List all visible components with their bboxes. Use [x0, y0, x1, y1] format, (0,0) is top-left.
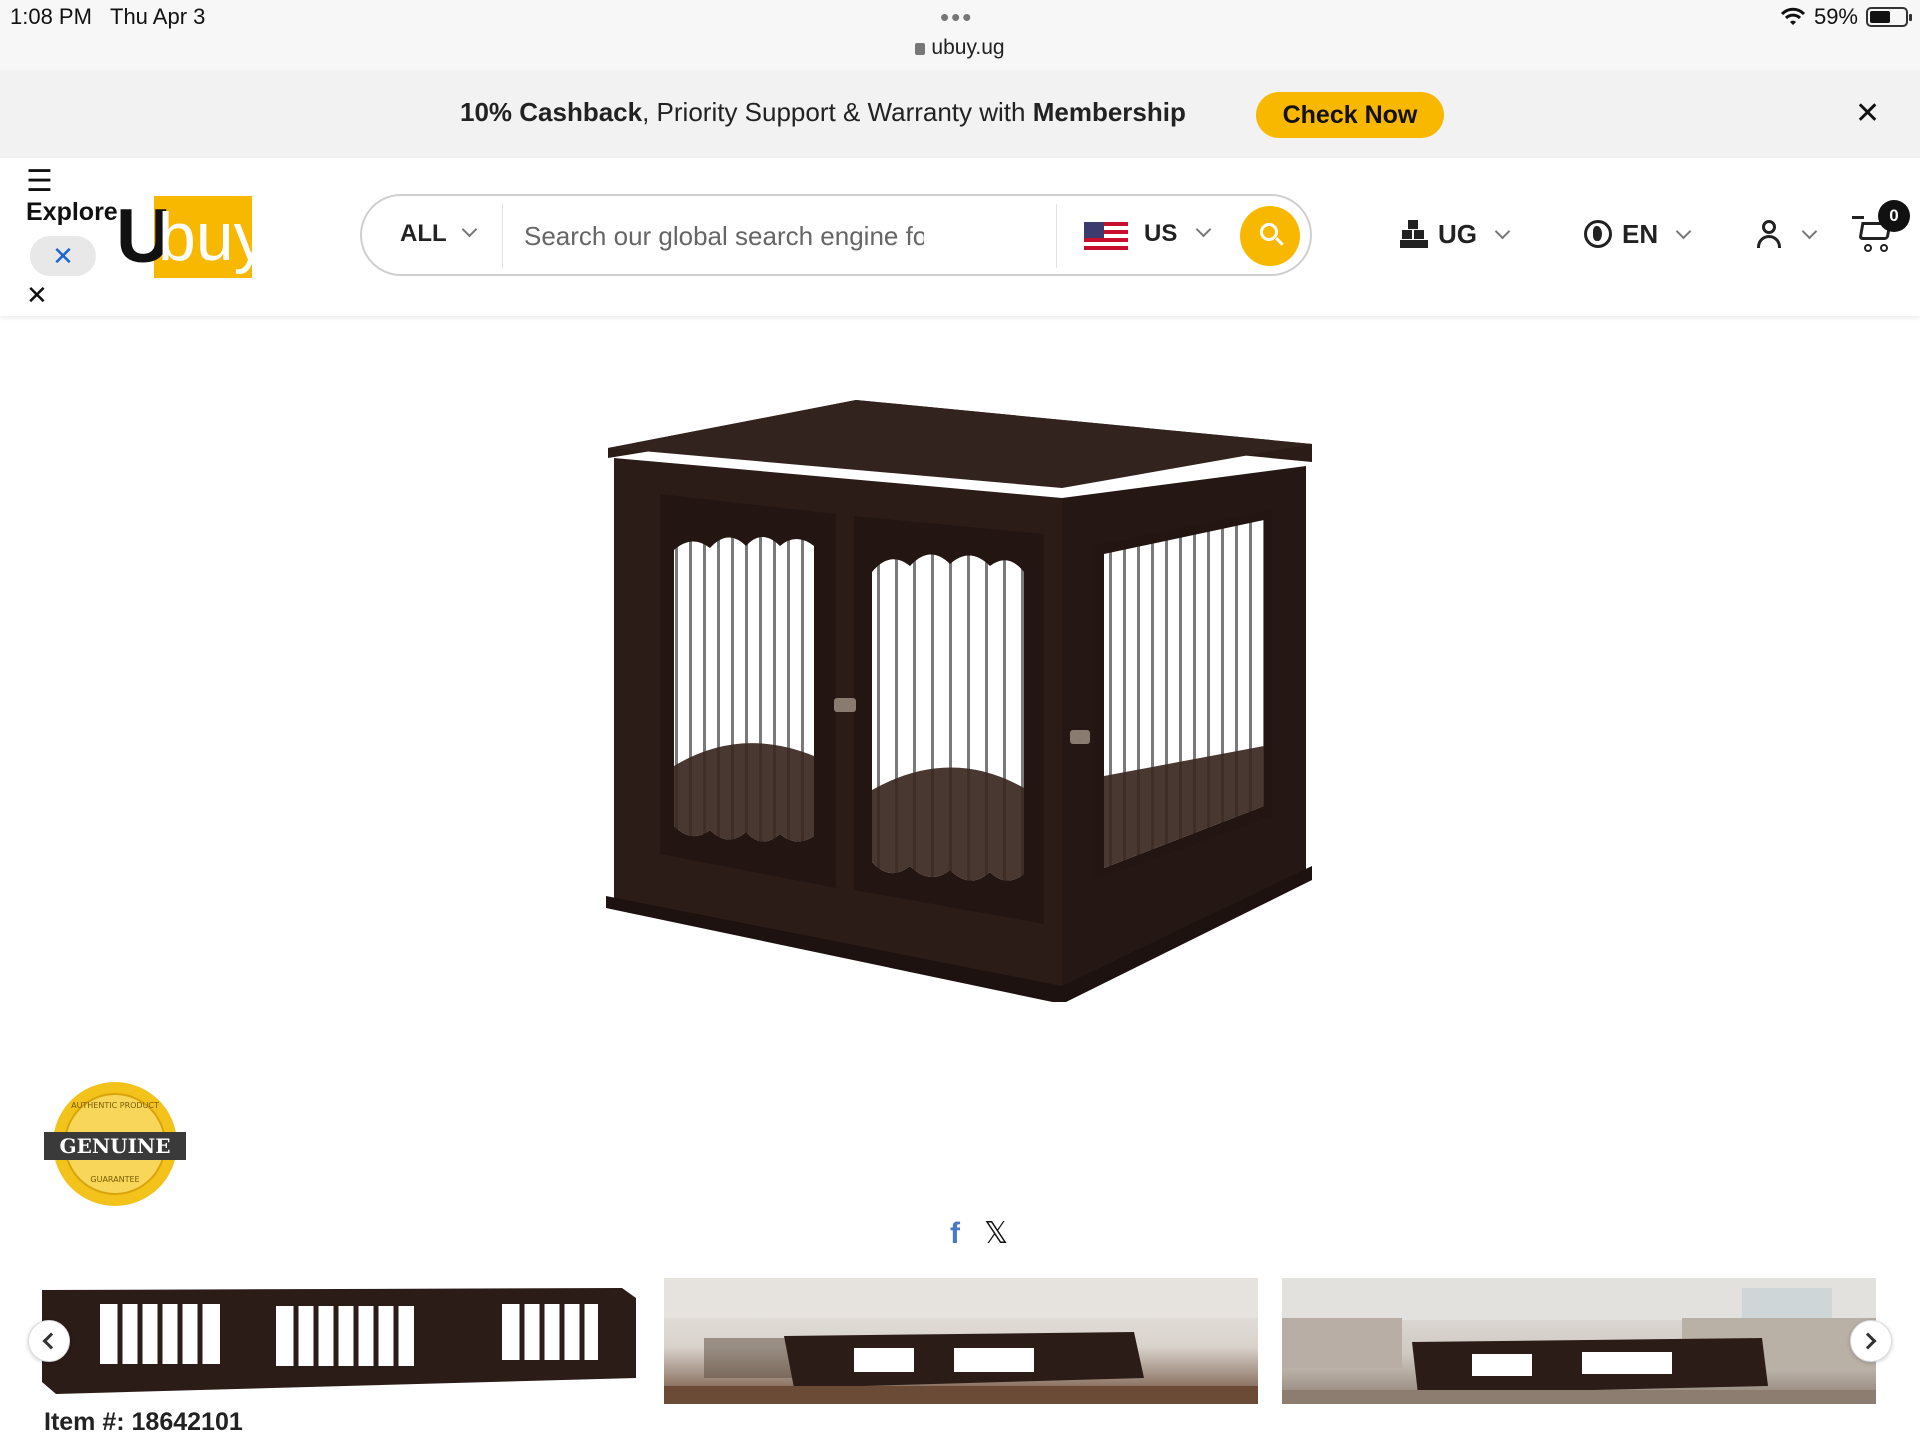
search-button[interactable]: [1240, 206, 1300, 266]
status-bar: 1:08 PM Thu Apr 3 ••• ubuy.ug 59%: [0, 0, 1920, 70]
thumbnail-2[interactable]: [664, 1278, 1258, 1404]
close-icon[interactable]: ✕: [26, 280, 48, 311]
share-links: f 𝕏: [950, 1216, 1008, 1251]
close-icon[interactable]: ✕: [1855, 96, 1880, 131]
item-number: Item #: 18642101: [44, 1408, 243, 1436]
thumbnail-3[interactable]: [1282, 1278, 1876, 1404]
lock-icon: [915, 43, 926, 55]
search-bar: ALL US: [360, 194, 1312, 276]
badge-top-text: AUTHENTIC PRODUCT: [71, 1101, 159, 1110]
search-input[interactable]: [524, 212, 924, 260]
warehouse-icon: [1400, 220, 1428, 248]
genuine-badge-icon: AUTHENTIC PRODUCT GENUINE GUARANTEE: [44, 1082, 186, 1206]
close-explore-button[interactable]: ✕: [30, 236, 96, 276]
status-indicators: 59%: [1780, 4, 1912, 30]
address-bar[interactable]: ubuy.ug: [0, 36, 1920, 60]
explore-label[interactable]: Explore: [26, 198, 118, 227]
badge-bottom-text: GUARANTEE: [90, 1175, 139, 1184]
category-select[interactable]: ALL: [400, 220, 447, 248]
country-selector[interactable]: UG: [1400, 216, 1511, 252]
country-label: UG: [1438, 218, 1477, 249]
membership-banner: 10% Cashback, Priority Support & Warrant…: [0, 70, 1920, 158]
chevron-left-icon: [42, 1332, 60, 1350]
divider: [1056, 204, 1057, 268]
language-selector[interactable]: EN: [1584, 216, 1692, 252]
status-time: 1:08 PM: [10, 4, 92, 29]
chevron-down-icon[interactable]: [461, 221, 478, 238]
account-menu[interactable]: [1756, 216, 1818, 252]
language-label: EN: [1622, 218, 1659, 249]
us-flag-icon[interactable]: [1084, 222, 1128, 250]
promo-membership: Membership: [1032, 97, 1186, 127]
chevron-right-icon: [1859, 1332, 1877, 1350]
thumbnail-carousel: [0, 1278, 1920, 1408]
store-select[interactable]: US: [1144, 220, 1177, 248]
carousel-prev-button[interactable]: [28, 1320, 70, 1362]
cart-count-badge: 0: [1878, 200, 1910, 232]
badge-label: GENUINE: [60, 1134, 171, 1158]
chevron-down-icon: [1675, 223, 1692, 239]
battery-icon: [1866, 7, 1912, 27]
globe-icon: [1584, 220, 1612, 248]
carousel-next-button[interactable]: [1850, 1320, 1892, 1362]
promo-cashback: 10% Cashback: [460, 97, 643, 127]
divider: [502, 204, 503, 268]
wifi-icon: [1780, 7, 1806, 25]
facebook-icon[interactable]: f: [950, 1217, 960, 1251]
thumbnail-1[interactable]: [42, 1278, 636, 1404]
promo-middle: , Priority Support & Warranty with: [642, 97, 1033, 127]
status-date: Thu Apr 3: [110, 4, 206, 29]
more-dots-icon[interactable]: •••: [940, 2, 973, 33]
chevron-down-icon[interactable]: [1195, 221, 1212, 238]
x-icon[interactable]: 𝕏: [984, 1216, 1008, 1251]
chevron-down-icon: [1801, 223, 1818, 239]
chevron-down-icon: [1494, 223, 1511, 239]
user-icon: [1756, 220, 1782, 248]
site-header: ☰ Explore ✕ ✕ U buy ALL US UG EN: [0, 158, 1920, 316]
menu-icon[interactable]: ☰: [26, 164, 53, 199]
promo-text: 10% Cashback, Priority Support & Warrant…: [460, 97, 1186, 128]
battery-percent: 59%: [1813, 4, 1858, 29]
logo-buy: buy: [158, 199, 268, 275]
product-image[interactable]: [600, 396, 1320, 1002]
check-now-button[interactable]: Check Now: [1256, 92, 1444, 138]
address-url: ubuy.ug: [931, 36, 1005, 59]
ubuy-logo[interactable]: U buy: [116, 196, 268, 278]
